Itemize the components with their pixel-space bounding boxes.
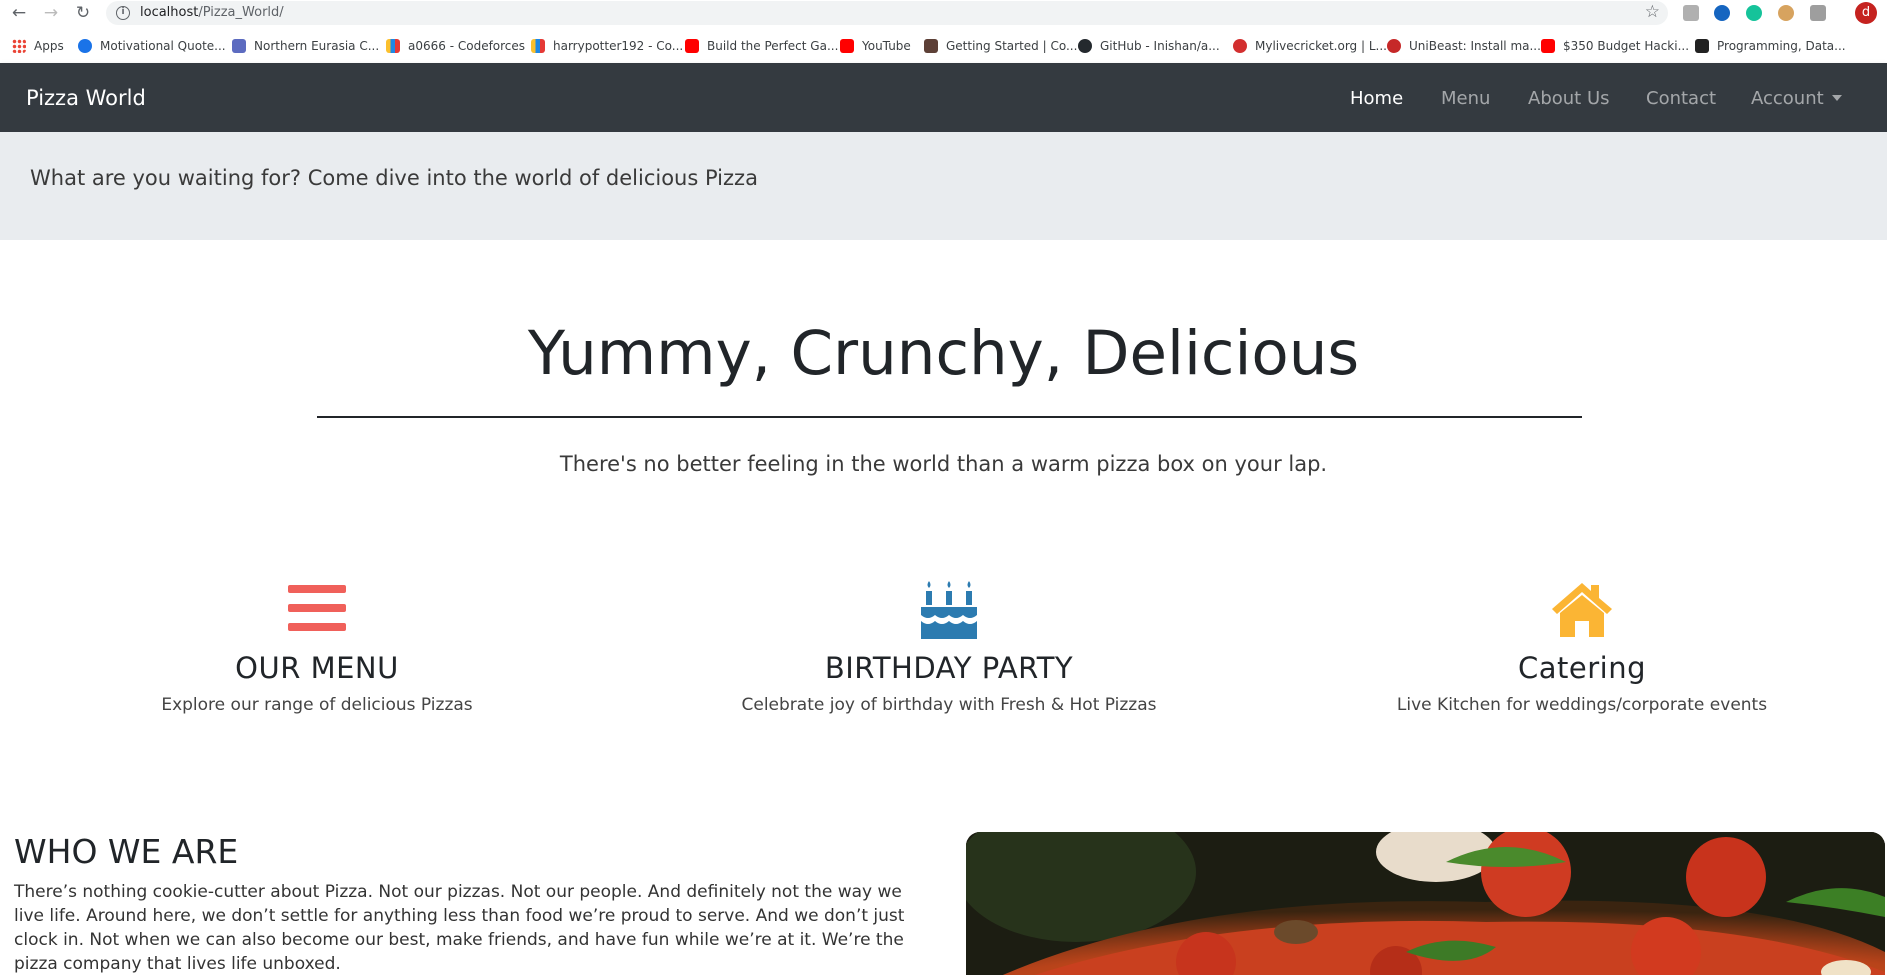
nav-menu[interactable]: Menu xyxy=(1441,88,1490,109)
bookmark-label: Getting Started | Co... xyxy=(946,39,1078,53)
nav-home[interactable]: Home xyxy=(1350,88,1403,109)
bookmark-label: Northern Eurasia C... xyxy=(254,39,380,53)
bookmark-label: UniBeast: Install ma... xyxy=(1409,39,1541,53)
bookmark-item[interactable]: Apps xyxy=(12,37,64,55)
feature-text: Live Kitchen for weddings/corporate even… xyxy=(1396,695,1768,715)
bookmark-item[interactable]: Build the Perfect Ga... xyxy=(685,37,838,55)
menu-bars-icon xyxy=(285,577,349,641)
who-we-are-text: There’s nothing cookie-cutter about Pizz… xyxy=(14,882,905,974)
site-navbar: Pizza World Home Menu About Us Contact A… xyxy=(0,63,1887,132)
apps-grid-icon xyxy=(12,39,26,53)
feature-birthday-party: BIRTHDAY PARTY Celebrate joy of birthday… xyxy=(632,577,1266,715)
codeforces-favicon-icon xyxy=(386,39,400,53)
nav-about-us[interactable]: About Us xyxy=(1528,88,1610,109)
bookmark-item[interactable]: GitHub - Inishan/a... xyxy=(1078,37,1220,55)
bookmark-label: GitHub - Inishan/a... xyxy=(1100,39,1220,53)
bookmark-item[interactable]: Getting Started | Co... xyxy=(924,37,1077,55)
extension-gray-icon[interactable] xyxy=(1810,5,1826,21)
codeforces-favicon-icon xyxy=(531,39,545,53)
profile-avatar[interactable]: d xyxy=(1855,2,1877,24)
bookmark-item[interactable]: $350 Budget Hacki... xyxy=(1541,37,1689,55)
bookmark-label: $350 Budget Hacki... xyxy=(1563,39,1690,53)
reload-icon[interactable]: ↻ xyxy=(72,2,94,24)
feature-title: OUR MENU xyxy=(235,651,399,685)
home-icon xyxy=(1550,577,1614,641)
brand-link[interactable]: Pizza World xyxy=(26,86,146,110)
bookmark-label: a0666 - Codeforces xyxy=(408,39,526,53)
bookmark-star-icon[interactable]: ☆ xyxy=(1645,2,1660,22)
extension-grammarly-icon[interactable] xyxy=(1746,5,1762,21)
bookmark-label: harrypotter192 - Co... xyxy=(553,39,684,53)
bookmark-label: YouTube xyxy=(862,39,911,53)
site-info-icon[interactable]: i xyxy=(116,6,130,20)
extension-cookie-icon[interactable] xyxy=(1778,5,1794,21)
unibeast-favicon-icon xyxy=(1387,39,1401,53)
forward-icon[interactable]: → xyxy=(40,2,62,24)
bookmarks-bar: Apps Motivational Quote... Northern Eura… xyxy=(0,33,1887,58)
hero-title: Yummy, Crunchy, Delicious xyxy=(527,318,1360,389)
browser-toolbar: ← → ↻ i localhost/Pizza_World/ ☆ d xyxy=(0,0,1887,26)
bookmark-item[interactable]: Northern Eurasia C... xyxy=(232,37,379,55)
feature-catering: Catering Live Kitchen for weddings/corpo… xyxy=(1265,577,1887,715)
birthday-cake-icon xyxy=(917,577,981,641)
bookmark-label: Apps xyxy=(34,39,64,53)
quote-favicon-icon xyxy=(78,39,92,53)
cricket-favicon-icon xyxy=(1233,39,1247,53)
feature-text: Celebrate joy of birthday with Fresh & H… xyxy=(741,695,1157,715)
url-path: /Pizza_World/ xyxy=(198,5,284,20)
youtube-icon xyxy=(685,39,699,53)
programming-favicon-icon xyxy=(1695,39,1709,53)
pizza-image xyxy=(966,832,1885,975)
hero-divider xyxy=(317,416,1582,418)
url-host: localhost xyxy=(140,5,199,20)
jumbotron: What are you waiting for? Come dive into… xyxy=(0,132,1887,240)
extension-blue-icon[interactable] xyxy=(1714,5,1730,21)
caret-down-icon xyxy=(1831,95,1842,101)
bookmark-label: Programming, Data... xyxy=(1717,39,1846,53)
jumbotron-text: What are you waiting for? Come dive into… xyxy=(30,166,758,190)
who-we-are-title: WHO WE ARE xyxy=(14,832,239,871)
back-icon[interactable]: ← xyxy=(8,2,30,24)
youtube-icon xyxy=(840,39,854,53)
feature-title: BIRTHDAY PARTY xyxy=(824,651,1074,685)
nav-contact[interactable]: Contact xyxy=(1646,88,1716,109)
bookmark-item[interactable]: UniBeast: Install ma... xyxy=(1387,37,1541,55)
hero-tagline: There's no better feeling in the world t… xyxy=(559,452,1328,476)
extension-pdf-icon[interactable] xyxy=(1683,5,1699,21)
bookmark-item[interactable]: Mylivecricket.org | L... xyxy=(1233,37,1387,55)
youtube-icon xyxy=(1541,39,1555,53)
url-text[interactable]: localhost/Pizza_World/ xyxy=(140,5,284,20)
bookmark-label: Build the Perfect Ga... xyxy=(707,39,839,53)
address-bar[interactable]: i localhost/Pizza_World/ ☆ xyxy=(106,1,1668,25)
feature-title: Catering xyxy=(1517,651,1646,685)
feature-text: Explore our range of delicious Pizzas xyxy=(161,695,473,715)
github-icon xyxy=(1078,39,1092,53)
getting-started-favicon-icon xyxy=(924,39,938,53)
bookmark-item[interactable]: a0666 - Codeforces xyxy=(386,37,525,55)
bookmark-label: Mylivecricket.org | L... xyxy=(1255,39,1387,53)
bookmark-label: Motivational Quote... xyxy=(100,39,226,53)
nav-account-label: Account xyxy=(1751,88,1824,109)
contest-favicon-icon xyxy=(232,39,246,53)
bookmark-item[interactable]: Motivational Quote... xyxy=(78,37,226,55)
bookmark-item[interactable]: YouTube xyxy=(840,37,911,55)
bookmark-item[interactable]: harrypotter192 - Co... xyxy=(531,37,683,55)
nav-account-dropdown[interactable]: Account xyxy=(1751,88,1842,109)
feature-our-menu: OUR MENU Explore our range of delicious … xyxy=(0,577,634,715)
bookmark-item[interactable]: Programming, Data... xyxy=(1695,37,1846,55)
